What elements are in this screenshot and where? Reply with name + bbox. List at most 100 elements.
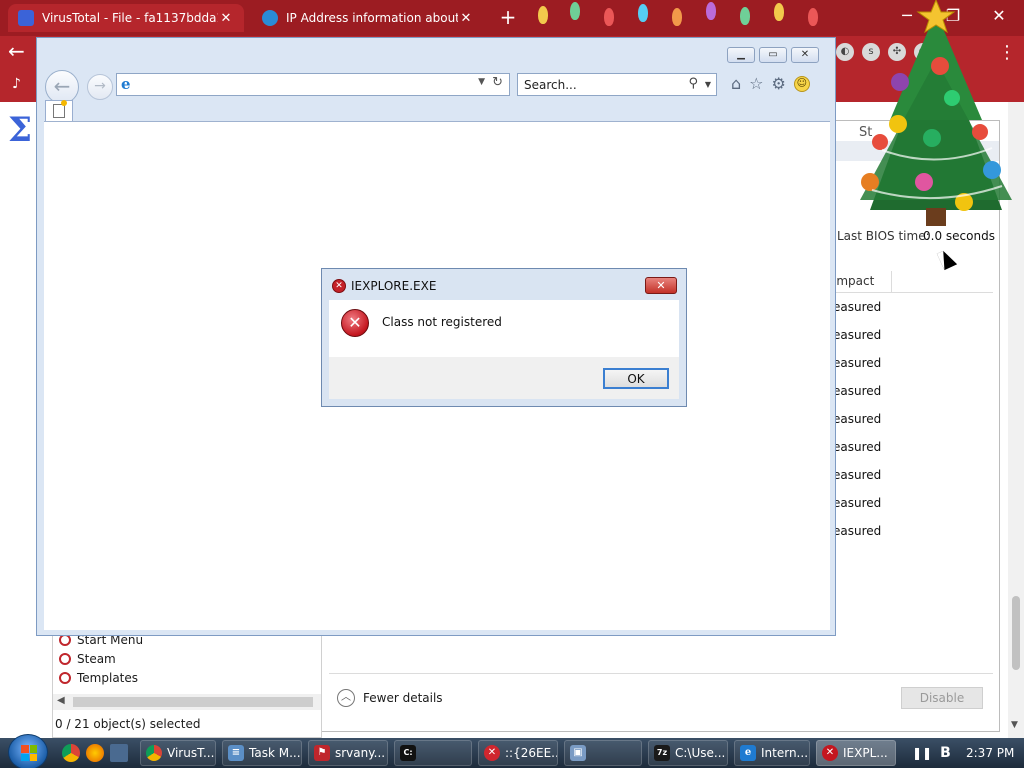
tray-b-app-icon[interactable]: B bbox=[940, 745, 951, 761]
tray-overflow-icon[interactable]: ❚❚ bbox=[912, 746, 932, 760]
ie-back-button[interactable]: ← bbox=[45, 70, 79, 104]
new-tab-icon bbox=[53, 104, 65, 118]
taskbar-clock[interactable]: 2:37 PM bbox=[966, 746, 1014, 760]
impact-cell: easured bbox=[833, 524, 882, 538]
ie-minimize-button[interactable]: ▁ bbox=[727, 47, 755, 63]
dialog-title: IEXPLORE.EXE bbox=[351, 279, 437, 293]
ok-button[interactable]: OK bbox=[603, 368, 669, 389]
smiley-feedback-icon[interactable]: ☺ bbox=[793, 75, 810, 92]
globe-favicon-icon bbox=[262, 10, 278, 26]
home-icon[interactable]: ⌂ bbox=[731, 74, 741, 93]
address-dropdown-icon[interactable]: ▼ bbox=[478, 77, 485, 87]
list-item-steam[interactable]: Steam bbox=[59, 652, 116, 666]
chrome-launch-icon[interactable] bbox=[62, 744, 80, 762]
impact-cell: easured bbox=[833, 356, 882, 370]
search-icon[interactable]: ⚲ bbox=[688, 76, 698, 91]
bookmark-app-icon[interactable]: ♪ bbox=[12, 76, 21, 92]
list-item-templates[interactable]: Templates bbox=[59, 671, 138, 685]
taskbar-button-internet-explorer[interactable]: e Intern... bbox=[734, 740, 810, 766]
taskbar-button-srvany[interactable]: ⚑ srvany... bbox=[308, 740, 388, 766]
taskbar-button-7zip[interactable]: 7z C:\Use... bbox=[648, 740, 728, 766]
fewer-details-label: Fewer details bbox=[363, 691, 443, 705]
ie-search-box[interactable]: ⚲ ▼ bbox=[517, 73, 717, 96]
new-tab-spark-icon bbox=[61, 100, 67, 106]
virustotal-logo: Σ bbox=[8, 110, 33, 150]
startup-impact-column-header[interactable]: impact bbox=[829, 271, 993, 293]
shortcut-icon bbox=[59, 653, 71, 665]
ie-icon: e bbox=[740, 745, 756, 761]
virustotal-favicon-icon bbox=[18, 10, 34, 26]
firefox-launch-icon[interactable] bbox=[86, 744, 104, 762]
explorer-panel: Start Menu Steam Templates ◀ 0 / 21 obje… bbox=[52, 630, 322, 738]
explorer-status-text: 0 / 21 object(s) selected bbox=[55, 717, 201, 731]
dialog-message: Class not registered bbox=[382, 315, 502, 329]
quick-launch bbox=[62, 744, 128, 762]
taskbar-button-console[interactable]: C: bbox=[394, 740, 472, 766]
list-item-label: Steam bbox=[77, 652, 116, 666]
taskbar-button-label: IEXPL... bbox=[843, 746, 888, 760]
chrome-tab-virustotal[interactable]: VirusTotal - File - fa1137bdda163 ✕ bbox=[8, 4, 244, 32]
fewer-details-button[interactable]: ︿ Fewer details bbox=[337, 689, 443, 707]
impact-cell: easured bbox=[833, 328, 882, 342]
dialog-body: ✕ Class not registered bbox=[329, 300, 679, 357]
explorer-horizontal-scrollbar[interactable]: ◀ bbox=[53, 694, 321, 710]
taskbar-button-label: C:\Use... bbox=[675, 746, 726, 760]
ie-close-button[interactable]: ✕ bbox=[791, 47, 819, 63]
taskbar-button-iexplore-error[interactable]: ✕ IEXPL... bbox=[816, 740, 896, 766]
error-icon: ✕ bbox=[341, 309, 369, 337]
new-tab-button[interactable]: + bbox=[496, 6, 520, 30]
list-item-label: Templates bbox=[77, 671, 139, 685]
disable-button[interactable]: Disable bbox=[901, 687, 983, 709]
taskbar-button-label: ::{26EE... bbox=[505, 746, 558, 760]
search-dropdown-icon[interactable]: ▼ bbox=[705, 80, 711, 89]
chrome-icon bbox=[146, 745, 162, 761]
taskbar-button-window[interactable]: ▣ bbox=[564, 740, 642, 766]
ie-command-icons: ⌂ ☆ ⚙ ☺ bbox=[731, 74, 810, 93]
tab-title: VirusTotal - File - fa1137bdda163 bbox=[42, 11, 218, 25]
close-tab-icon[interactable]: ✕ bbox=[458, 11, 474, 26]
dialog-footer: OK bbox=[329, 357, 679, 399]
console-icon: C: bbox=[400, 745, 416, 761]
ie-new-tab-button[interactable] bbox=[45, 100, 73, 121]
dialog-titlebar[interactable]: ✕ IEXPLORE.EXE ✕ bbox=[322, 269, 686, 299]
7zip-icon: 7z bbox=[654, 745, 670, 761]
favorites-star-icon[interactable]: ☆ bbox=[749, 74, 763, 93]
ie-restore-button[interactable]: ▭ bbox=[759, 47, 787, 63]
scrollbar-thumb[interactable] bbox=[1012, 596, 1020, 670]
column-separator[interactable] bbox=[891, 271, 892, 293]
error-folder-icon: ✕ bbox=[484, 745, 500, 761]
column-header-label: impact bbox=[833, 274, 875, 288]
ie-address-bar[interactable]: e ▼ ↻ bbox=[116, 73, 510, 96]
chrome-tab-ip-address[interactable]: IP Address information about 20 ✕ bbox=[252, 4, 484, 32]
refresh-icon[interactable]: ↻ bbox=[492, 75, 503, 90]
windows-logo-icon bbox=[21, 745, 37, 761]
srvany-icon: ⚑ bbox=[314, 745, 330, 761]
ie-forward-button[interactable]: → bbox=[87, 74, 113, 100]
taskbar-button-label: srvany... bbox=[335, 746, 386, 760]
impact-cell: easured bbox=[833, 412, 882, 426]
taskbar-button-label: Task M... bbox=[249, 746, 301, 760]
impact-cell: easured bbox=[833, 468, 882, 482]
scrollbar-thumb[interactable] bbox=[73, 697, 313, 707]
taskbar-button-folder[interactable]: ✕ ::{26EE... bbox=[478, 740, 558, 766]
chrome-back-button[interactable]: ← bbox=[8, 40, 36, 64]
taskbar-button-task-manager[interactable]: ≡ Task M... bbox=[222, 740, 302, 766]
error-dialog: ✕ IEXPLORE.EXE ✕ ✕ Class not registered … bbox=[321, 268, 687, 407]
windows-taskbar: VirusT... ≡ Task M... ⚑ srvany... C: ✕ :… bbox=[0, 734, 1024, 768]
show-desktop-icon[interactable] bbox=[110, 744, 128, 762]
impact-cell: easured bbox=[833, 384, 882, 398]
scroll-down-arrow-icon[interactable]: ▼ bbox=[1011, 720, 1018, 730]
taskbar-button-chrome[interactable]: VirusT... bbox=[140, 740, 216, 766]
error-icon: ✕ bbox=[822, 745, 838, 761]
dialog-close-button[interactable]: ✕ bbox=[645, 277, 677, 294]
ie-search-input[interactable] bbox=[518, 74, 678, 95]
tools-gear-icon[interactable]: ⚙ bbox=[772, 74, 786, 93]
taskbar-button-label: Intern... bbox=[761, 746, 809, 760]
scroll-left-arrow-icon[interactable]: ◀ bbox=[57, 695, 65, 706]
close-tab-icon[interactable]: ✕ bbox=[218, 11, 234, 26]
ie-logo-icon: e bbox=[121, 75, 131, 93]
start-button[interactable] bbox=[8, 734, 48, 768]
chevron-up-icon: ︿ bbox=[337, 689, 355, 707]
christmas-lights-decoration bbox=[530, 0, 850, 30]
impact-cell: easured bbox=[833, 440, 882, 454]
